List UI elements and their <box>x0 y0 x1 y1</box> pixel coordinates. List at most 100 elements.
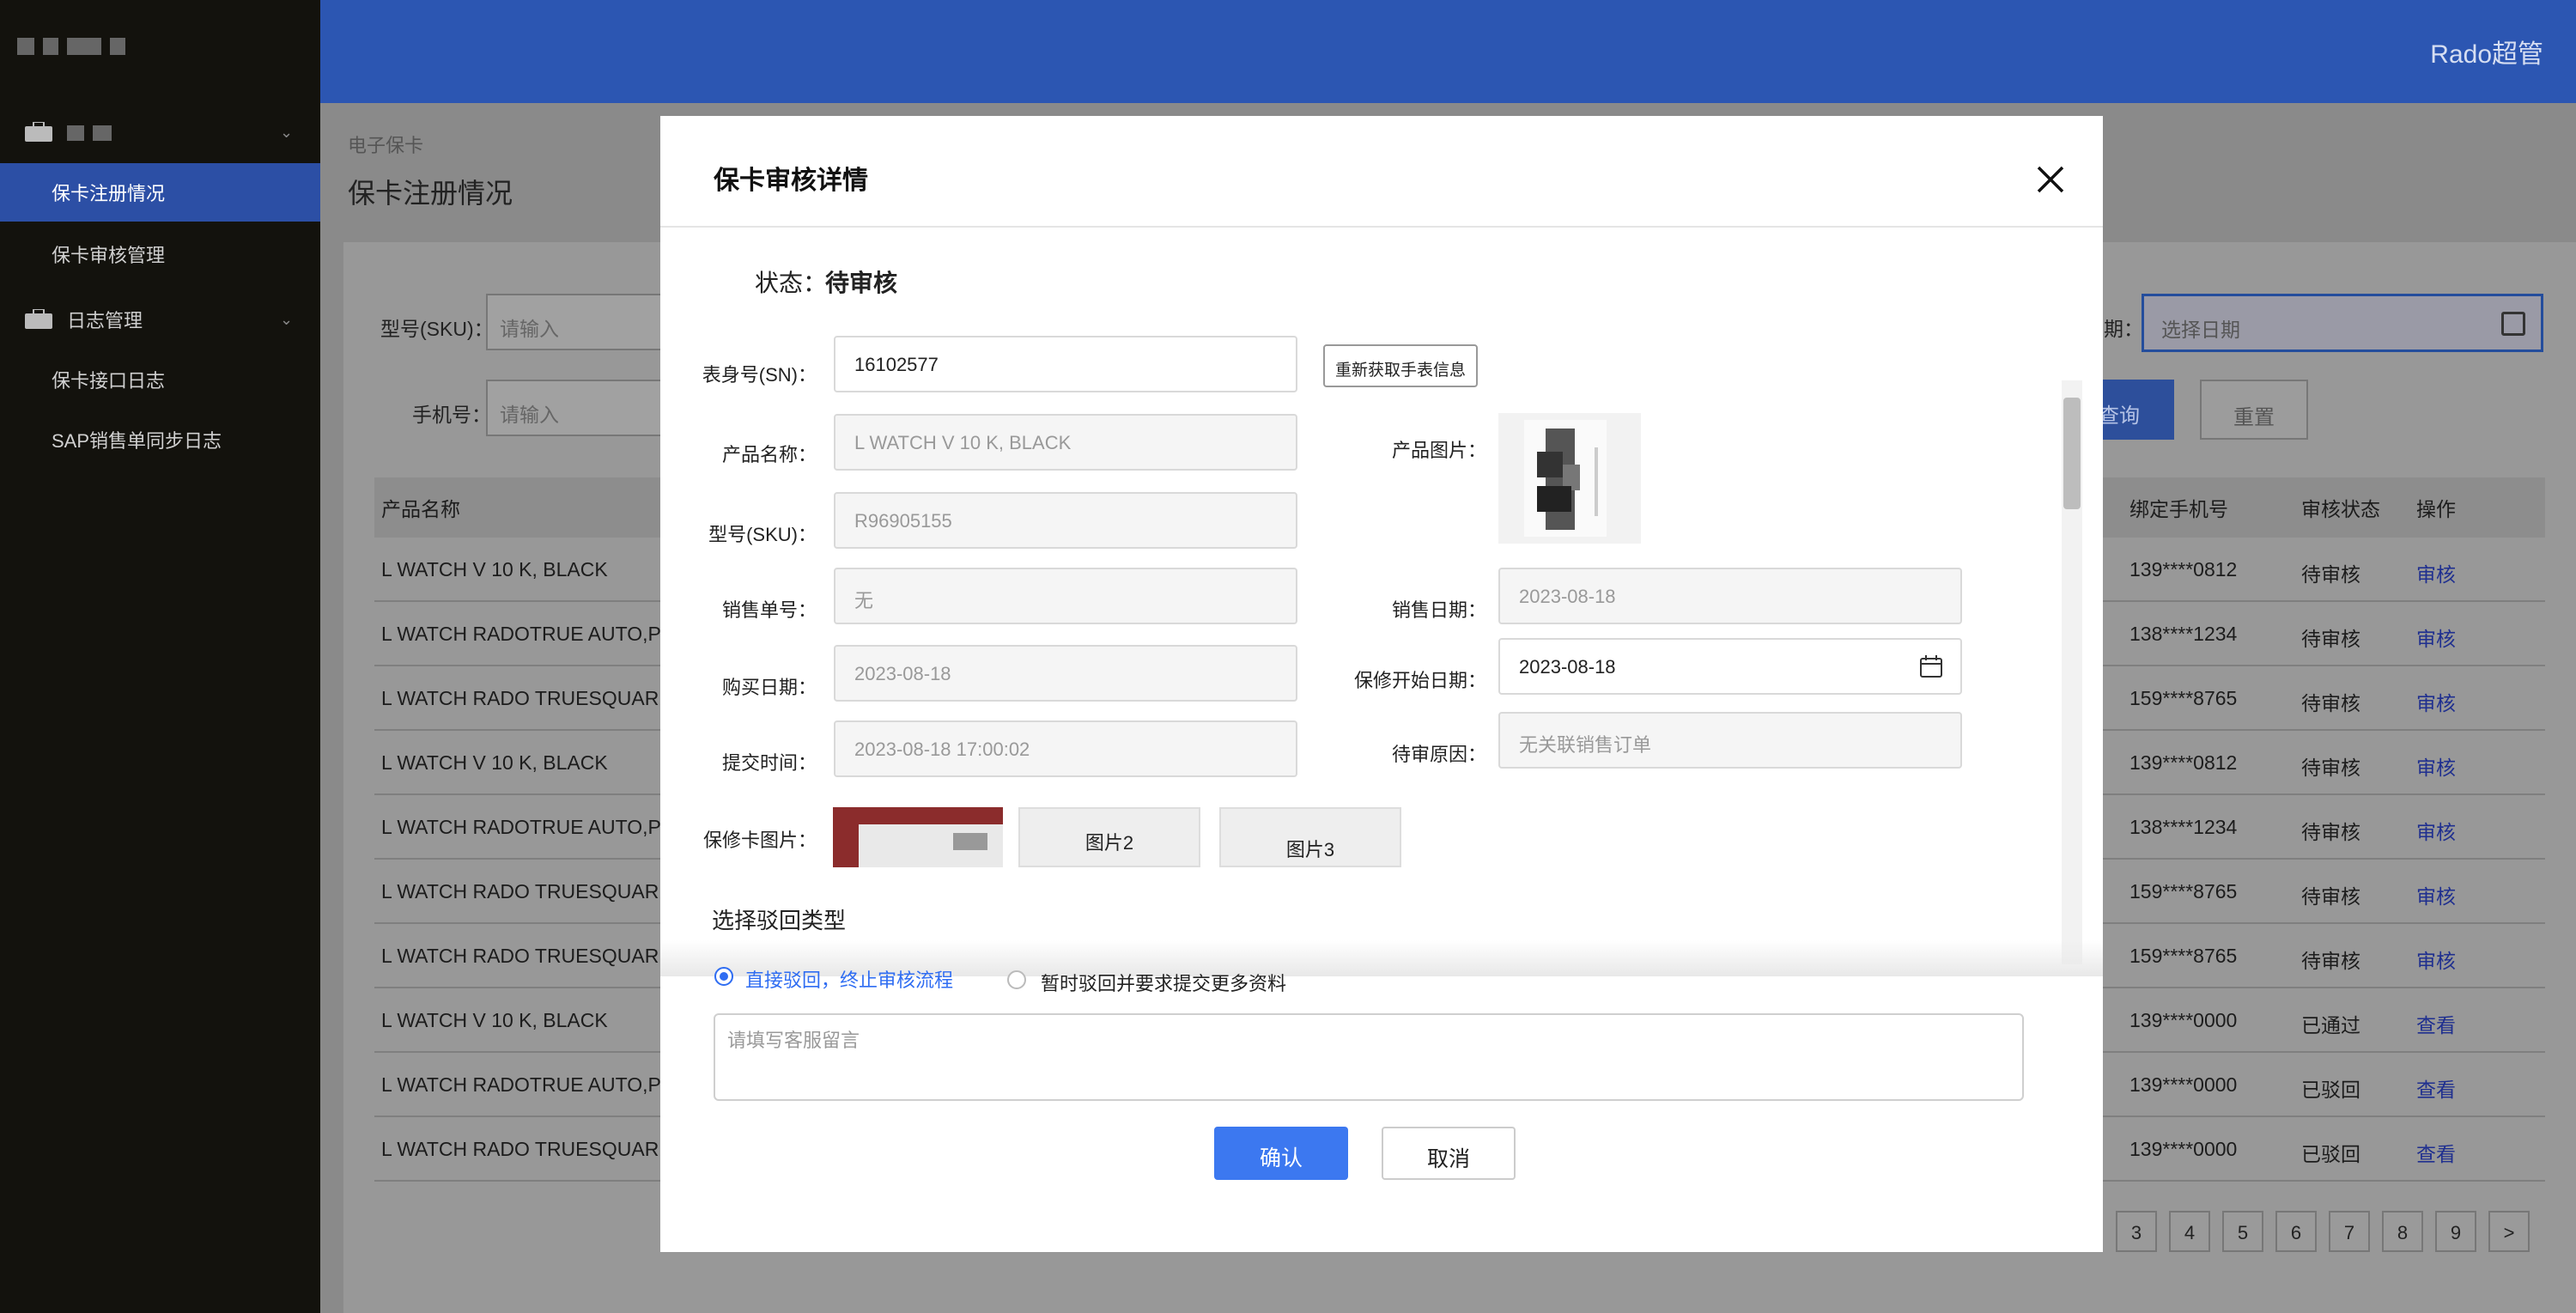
row-status: 已通过 <box>2301 1014 2360 1036</box>
sn-label: 表身号(SN)： <box>702 364 817 386</box>
row-status: 待审核 <box>2301 692 2360 714</box>
row-phone: 139****0000 <box>2129 1073 2238 1096</box>
row-product: L WATCH RADO TRUESQUARE B <box>381 687 691 709</box>
warranty-start-date-picker[interactable]: 2023-08-18 <box>1498 638 1962 695</box>
row-product: L WATCH RADOTRUE AUTO,PLA <box>381 1073 685 1096</box>
row-status: 待审核 <box>2301 757 2360 779</box>
row-action-link[interactable]: 审核 <box>2416 880 2456 909</box>
date-filter-label: 期： <box>2104 318 2143 340</box>
reject-temporary-radio[interactable] <box>1007 970 1026 989</box>
sidebar: ⌄ 保卡注册情况 保卡审核管理 日志管理 ⌄ 保卡接口日志 SAP销售单同步日志 <box>0 0 320 1313</box>
col-status: 审核状态 <box>2301 498 2380 520</box>
calendar-icon <box>1920 655 1942 678</box>
date-filter-input[interactable]: 选择日期 <box>2142 294 2543 352</box>
row-product: L WATCH V 10 K, BLACK <box>381 558 608 581</box>
sku-filter-label: 型号(SKU)： <box>380 318 494 340</box>
sidebar-item-api-log[interactable]: 保卡接口日志 <box>0 350 320 409</box>
reject-terminate-label[interactable]: 直接驳回，终止审核流程 <box>745 965 953 993</box>
sn-field[interactable]: 16102577 <box>834 336 1297 392</box>
product-image[interactable] <box>1498 413 1641 544</box>
row-status: 已驳回 <box>2301 1079 2360 1101</box>
sidebar-group-logs[interactable]: 日志管理 ⌄ <box>0 292 320 347</box>
row-action-link[interactable]: 查看 <box>2416 1073 2456 1103</box>
col-phone: 绑定手机号 <box>2129 498 2228 520</box>
card-image-2[interactable]: 图片2 <box>1018 807 1200 867</box>
close-icon[interactable] <box>2035 164 2066 195</box>
calendar-icon <box>2501 312 2525 336</box>
modal-scrollbar[interactable] <box>2062 380 2082 964</box>
sku-filter-input[interactable]: 请输入 <box>486 294 666 350</box>
row-status: 已驳回 <box>2301 1143 2360 1165</box>
card-image-3[interactable]: 图片3 <box>1219 807 1401 867</box>
col-product: 产品名称 <box>381 498 460 520</box>
product-name-label: 产品名称： <box>721 444 817 465</box>
row-action-link[interactable]: 审核 <box>2416 751 2456 781</box>
page-button[interactable]: 3 <box>2116 1211 2157 1252</box>
card-image-3-label: 图片3 <box>1285 839 1335 860</box>
cancel-button[interactable]: 取消 <box>1382 1127 1516 1180</box>
breadcrumb[interactable]: 电子保卡 <box>348 131 423 158</box>
page-button[interactable]: 9 <box>2435 1211 2476 1252</box>
row-status: 待审核 <box>2301 950 2360 972</box>
modal-header: 保卡审核详情 <box>660 116 2103 228</box>
status-label: 状态： <box>755 270 828 296</box>
cs-message-textarea[interactable]: 请填写客服留言 <box>714 1013 2024 1101</box>
card-image-1[interactable] <box>833 807 1003 867</box>
page-title: 保卡注册情况 <box>348 178 513 209</box>
row-status: 待审核 <box>2301 821 2360 843</box>
sidebar-item-label: SAP销售单同步日志 <box>52 430 222 452</box>
phone-filter-label: 手机号： <box>412 404 491 426</box>
row-action-link[interactable]: 查看 <box>2416 1138 2456 1167</box>
reset-button[interactable]: 重置 <box>2200 380 2308 440</box>
confirm-button[interactable]: 确认 <box>1214 1127 1348 1180</box>
next-page-button[interactable]: > <box>2488 1211 2530 1252</box>
page-button[interactable]: 7 <box>2329 1211 2370 1252</box>
sidebar-item-label: 保卡注册情况 <box>52 183 166 204</box>
row-action-link[interactable]: 审核 <box>2416 687 2456 716</box>
row-action-link[interactable]: 查看 <box>2416 1009 2456 1038</box>
row-product: L WATCH RADO TRUESQUARE B <box>381 1138 691 1160</box>
row-product: L WATCH V 10 K, BLACK <box>381 751 608 774</box>
sidebar-item-label: 保卡审核管理 <box>52 245 166 266</box>
sidebar-group-1[interactable]: ⌄ <box>0 105 320 160</box>
briefcase-icon <box>25 122 52 142</box>
sku-label: 型号(SKU)： <box>708 524 817 545</box>
reject-temporary-label[interactable]: 暂时驳回并要求提交更多资料 <box>1041 969 1286 996</box>
refetch-watch-info-button[interactable]: 重新获取手表信息 <box>1323 344 1478 387</box>
row-phone: 159****8765 <box>2129 687 2238 709</box>
sidebar-item-registration[interactable]: 保卡注册情况 <box>0 163 320 222</box>
reject-terminate-radio[interactable] <box>714 967 733 986</box>
row-action-link[interactable]: 审核 <box>2416 623 2456 652</box>
row-status: 待审核 <box>2301 628 2360 650</box>
modal-body: 状态： 待审核 表身号(SN)： 16102577 重新获取手表信息 产品名称：… <box>660 229 2103 973</box>
sales-date-field: 2023-08-18 <box>1498 568 1962 624</box>
sidebar-item-sap-log[interactable]: SAP销售单同步日志 <box>0 410 320 469</box>
query-button[interactable]: 查询 <box>2099 380 2174 440</box>
row-action-link[interactable]: 审核 <box>2416 945 2456 974</box>
row-phone: 138****1234 <box>2129 816 2238 838</box>
submit-time-field: 2023-08-18 17:00:02 <box>834 720 1297 777</box>
row-product: L WATCH V 10 K, BLACK <box>381 1009 608 1031</box>
scroll-thumb[interactable] <box>2063 398 2081 509</box>
card-images-label: 保修卡图片： <box>702 830 817 851</box>
pending-reason-field: 无关联销售订单 <box>1498 712 1962 769</box>
sku-field: R96905155 <box>834 492 1297 549</box>
row-phone: 139****0000 <box>2129 1138 2238 1160</box>
row-action-link[interactable]: 审核 <box>2416 816 2456 845</box>
page-button[interactable]: 6 <box>2275 1211 2317 1252</box>
row-action-link[interactable]: 审核 <box>2416 558 2456 587</box>
product-image-label: 产品图片： <box>1391 440 1486 461</box>
reject-type-title: 选择驳回类型 <box>712 908 847 933</box>
phone-filter-input[interactable]: 请输入 <box>486 380 666 436</box>
blurred-label <box>67 125 112 141</box>
sidebar-item-review[interactable]: 保卡审核管理 <box>0 225 320 283</box>
page-button[interactable]: 8 <box>2382 1211 2423 1252</box>
row-phone: 159****8765 <box>2129 945 2238 967</box>
sidebar-item-label: 保卡接口日志 <box>52 370 166 392</box>
user-menu[interactable]: Rado超管 <box>2430 33 2543 70</box>
page-button[interactable]: 4 <box>2169 1211 2210 1252</box>
row-product: L WATCH RADO TRUESQUARE B <box>381 880 691 903</box>
row-phone: 159****8765 <box>2129 880 2238 903</box>
page-button[interactable]: 5 <box>2222 1211 2263 1252</box>
sales-no-field: 无 <box>834 568 1297 624</box>
